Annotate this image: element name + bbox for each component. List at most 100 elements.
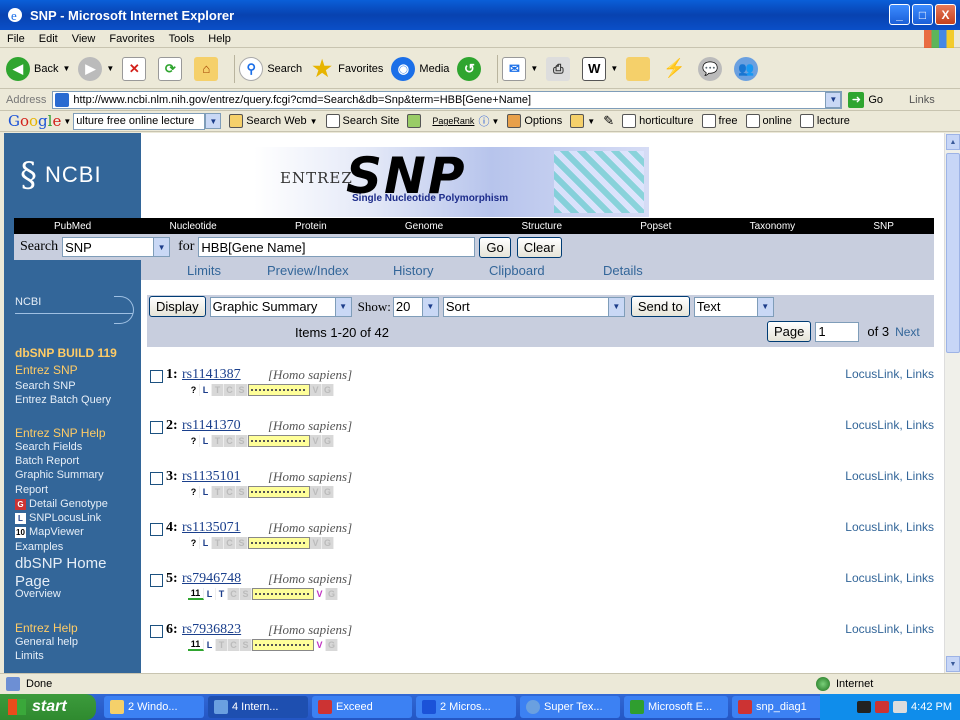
task-microsoft-excel[interactable]: Microsoft E... — [624, 696, 728, 718]
annotation-icon[interactable]: V — [310, 486, 322, 498]
annotation-icon[interactable]: C — [224, 537, 236, 549]
annotation-icon[interactable]: G — [322, 486, 334, 498]
annotation-icon[interactable]: S — [236, 486, 248, 498]
sequence-bar[interactable] — [252, 639, 314, 651]
sidebar-graphic-summary[interactable]: Graphic Summary — [15, 469, 104, 481]
sidebar-general-help[interactable]: General help — [15, 636, 78, 648]
google-search-input[interactable]: ulture free online lecture — [73, 112, 206, 130]
rs-link[interactable]: rs7946748 — [182, 571, 241, 587]
tray-icon[interactable] — [875, 701, 890, 713]
annotation-icon[interactable]: C — [228, 639, 240, 651]
annotation-icon[interactable]: C — [224, 435, 236, 447]
search-term-input[interactable]: HBB[Gene Name] — [198, 237, 476, 257]
search-web-button[interactable]: Search Web ▼ — [229, 114, 318, 128]
sidebar-dbsnp-home[interactable]: dbSNP Home — [15, 555, 106, 572]
result-checkbox[interactable] — [150, 574, 163, 587]
vertical-scrollbar[interactable]: ▲ ▼ — [944, 133, 960, 673]
rs-link[interactable]: rs1141370 — [182, 418, 241, 434]
tab-history[interactable]: History — [393, 263, 433, 278]
info-dropdown-icon[interactable]: ▼ — [491, 117, 499, 126]
stop-button[interactable]: ✕ — [122, 56, 150, 81]
nav-structure[interactable]: Structure — [521, 221, 562, 232]
annotation-icon[interactable]: T — [216, 639, 228, 651]
folder-dropdown-icon[interactable]: ▼ — [587, 117, 595, 126]
sidebar-snplocuslink[interactable]: L SNPLocusLink — [15, 512, 101, 524]
annotation-icon[interactable]: ? — [188, 537, 200, 549]
search-go-button[interactable]: Go — [479, 236, 511, 258]
sidebar-batch-report[interactable]: Batch Report — [15, 455, 79, 467]
result-links[interactable]: LocusLink, Links — [845, 622, 934, 636]
menu-tools[interactable]: Tools — [162, 33, 202, 45]
page-number-input[interactable]: 1 — [815, 321, 860, 342]
folder-button[interactable]: ▼ — [570, 114, 595, 128]
tray-icon[interactable] — [857, 701, 872, 713]
result-checkbox[interactable] — [150, 370, 163, 383]
task-internet-explorer[interactable]: 4 Intern... — [208, 696, 308, 718]
display-button[interactable]: Display — [149, 296, 206, 317]
sequence-bar[interactable] — [248, 384, 310, 396]
minimize-button[interactable]: _ — [889, 4, 910, 25]
history-button[interactable]: ↺ — [457, 56, 485, 81]
tab-preview-index[interactable]: Preview/Index — [267, 263, 349, 278]
task-microsoft-word[interactable]: 2 Micros... — [416, 696, 516, 718]
annotation-icon[interactable]: T — [212, 435, 224, 447]
menu-favorites[interactable]: Favorites — [102, 33, 161, 45]
annotation-icon[interactable]: G — [326, 588, 338, 600]
menu-edit[interactable]: Edit — [32, 33, 65, 45]
start-button[interactable]: start — [0, 694, 96, 720]
result-links[interactable]: LocusLink, Links — [845, 469, 934, 483]
annotation-icon[interactable]: G — [326, 639, 338, 651]
annotation-icon[interactable]: C — [228, 588, 240, 600]
forward-dropdown-icon[interactable]: ▼ — [106, 64, 114, 73]
annotation-icon[interactable]: 11 — [188, 639, 204, 651]
pagerank-indicator[interactable]: PageRank ⓘ ▼ — [432, 113, 499, 129]
annotation-icon[interactable]: C — [224, 384, 236, 396]
annotation-icon[interactable]: ? — [188, 486, 200, 498]
result-checkbox[interactable] — [150, 472, 163, 485]
nav-pubmed[interactable]: PubMed — [54, 221, 91, 232]
scroll-thumb[interactable] — [946, 153, 960, 353]
annotation-icon[interactable]: S — [240, 639, 252, 651]
annotation-icon[interactable]: ? — [188, 435, 200, 447]
sidebar-entrez-help[interactable]: Entrez Help — [15, 621, 78, 635]
nav-popset[interactable]: Popset — [640, 221, 671, 232]
term-horticulture[interactable]: horticulture — [622, 114, 694, 128]
annotation-icon[interactable]: L — [200, 537, 212, 549]
annotation-icon[interactable]: V — [310, 435, 322, 447]
annotation-icon[interactable]: S — [236, 384, 248, 396]
media-button[interactable]: ◉ Media — [391, 56, 449, 81]
display-format-select[interactable]: Graphic Summary ▼ — [209, 296, 352, 317]
options-button[interactable]: Options — [507, 114, 562, 128]
annotation-icon[interactable]: L — [200, 486, 212, 498]
sidebar-snp-help[interactable]: Entrez SNP Help — [15, 426, 106, 440]
sidebar-limits[interactable]: Limits — [15, 650, 44, 662]
close-button[interactable]: X — [935, 4, 956, 25]
annotation-icon[interactable]: V — [310, 384, 322, 396]
sidebar-search-snp[interactable]: Search SNP — [15, 380, 76, 392]
menu-view[interactable]: View — [65, 33, 103, 45]
sidebar-report[interactable]: Report — [15, 484, 48, 496]
nav-protein[interactable]: Protein — [295, 221, 327, 232]
annotation-icon[interactable]: ? — [188, 384, 200, 396]
sidebar-overview[interactable]: Overview — [15, 588, 61, 600]
menu-file[interactable]: File — [0, 33, 32, 45]
sidebar-search-fields[interactable]: Search Fields — [15, 441, 82, 453]
sequence-bar[interactable] — [248, 537, 310, 549]
tab-limits[interactable]: Limits — [187, 263, 221, 278]
ncbi-logo[interactable]: § NCBI — [20, 155, 102, 195]
mail-button[interactable]: ✉ ▼ — [502, 56, 538, 81]
result-links[interactable]: LocusLink, Links — [845, 418, 934, 432]
refresh-button[interactable]: ⟳ — [158, 56, 186, 81]
tray-icon[interactable] — [893, 701, 908, 713]
sidebar-detail-genotype[interactable]: G Detail Genotype — [15, 498, 108, 510]
task-exceed[interactable]: Exceed — [312, 696, 412, 718]
rs-link[interactable]: rs1135101 — [182, 469, 241, 485]
annotation-icon[interactable]: G — [322, 384, 334, 396]
search-button[interactable]: ⚲ Search — [239, 56, 302, 81]
google-logo[interactable]: Google — [0, 112, 63, 130]
mail-dropdown-icon[interactable]: ▼ — [530, 64, 538, 73]
security-zone[interactable]: Internet — [816, 677, 873, 691]
scroll-down-icon[interactable]: ▼ — [946, 656, 960, 672]
print-button[interactable]: ⎙ — [546, 56, 574, 81]
annotation-icon[interactable]: V — [314, 588, 326, 600]
